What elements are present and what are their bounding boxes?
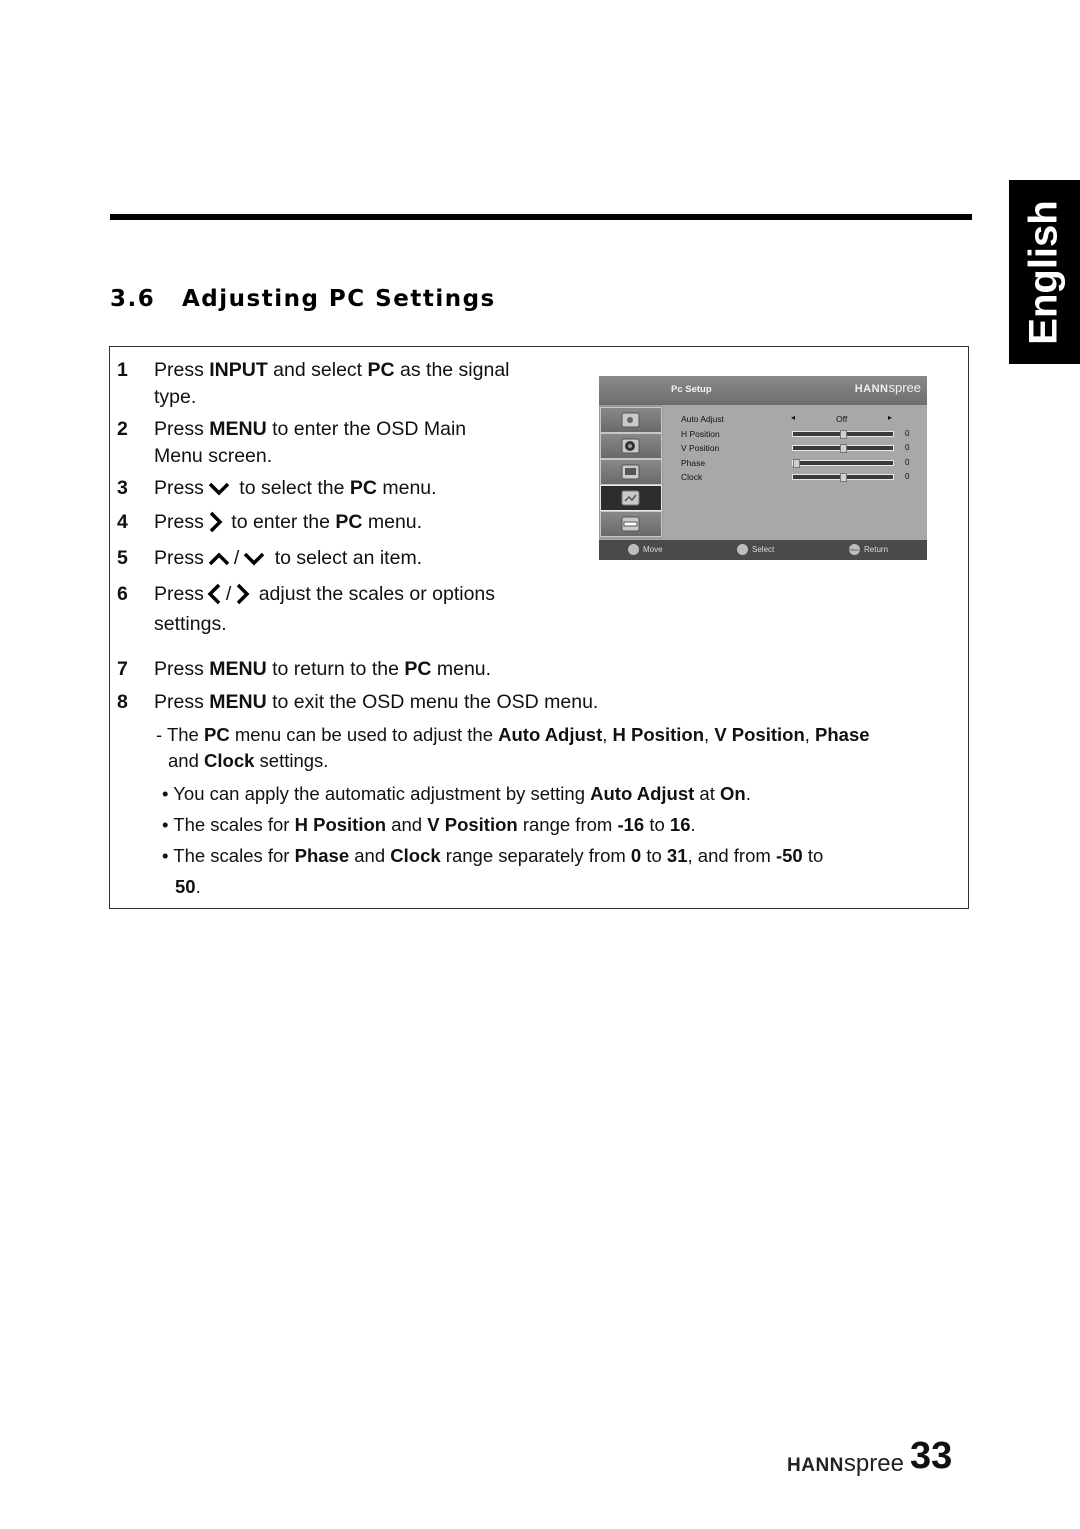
- osd-slider-knob: [840, 473, 847, 482]
- language-tab: English: [1009, 180, 1080, 364]
- language-tab-label: English: [1022, 199, 1067, 345]
- tv-icon: [600, 459, 662, 485]
- osd-header: Pc Setup HANNspree: [599, 376, 927, 405]
- up-down-button-icon: [628, 544, 639, 555]
- step-number: 5: [117, 547, 128, 569]
- note-dash-line1: - The PC menu can be used to adjust the …: [156, 724, 870, 745]
- step-number: 8: [117, 691, 128, 713]
- osd-slider-track: [792, 444, 894, 453]
- step-number: 4: [117, 511, 128, 533]
- down-arrow-icon: [208, 482, 230, 496]
- osd-slider-label: V Position: [681, 443, 720, 453]
- osd-left-arrow-icon: ◂: [791, 413, 796, 422]
- osd-slider-value: 0: [905, 429, 910, 438]
- section-number: 3.6: [110, 286, 156, 312]
- osd-auto-adjust-value: Off: [836, 414, 848, 424]
- left-right-button-icon: [737, 544, 748, 555]
- down-arrow-icon: [244, 552, 265, 566]
- note-bullet-3-cont: 50.: [175, 876, 201, 897]
- page-number: 33: [910, 1435, 953, 1477]
- picture-icon: [600, 407, 662, 433]
- note-bullet-2: • The scales for H Position and V Positi…: [162, 814, 696, 835]
- step-text-cont: Menu screen.: [154, 445, 273, 467]
- osd-slider-track: [792, 459, 894, 468]
- step-text: Press INPUT and select PC as the signal: [154, 359, 510, 381]
- note-bullet-3: • The scales for Phase and Clock range s…: [162, 845, 824, 866]
- osd-right-arrow-icon: ▸: [888, 413, 893, 422]
- step-text: Press MENU to return to the PC menu.: [154, 658, 492, 680]
- osd-footer-return: Menu Return: [849, 544, 889, 555]
- note-dash-line2: and Clock settings.: [168, 750, 329, 771]
- note-bullet-1: • You can apply the automatic adjustment…: [162, 783, 751, 804]
- osd-sidebar: [599, 405, 663, 539]
- left-arrow-icon: [207, 583, 221, 605]
- osd-slider-value: 0: [905, 458, 910, 467]
- step-number: 2: [117, 418, 128, 440]
- pc-icon: [600, 485, 662, 511]
- osd-slider-value: 0: [905, 472, 910, 481]
- up-arrow-icon: [208, 552, 230, 566]
- top-rule: [110, 214, 972, 220]
- step-number: 3: [117, 477, 128, 499]
- footer-brand-logo: HANNspree: [787, 1450, 904, 1477]
- step-text: Press MENU to exit the OSD menu the OSD …: [154, 691, 599, 713]
- osd-brand-logo: HANNspree: [854, 380, 921, 395]
- step-number: 7: [117, 658, 128, 680]
- setup-icon: [600, 511, 662, 537]
- right-arrow-icon: [209, 511, 223, 533]
- osd-slider-track: [792, 430, 894, 439]
- osd-footer-select: Select: [737, 544, 774, 555]
- step-text-cont: type.: [154, 386, 197, 408]
- osd-slider-knob: [840, 444, 847, 453]
- osd-slider-knob: [840, 430, 847, 439]
- audio-icon: [600, 433, 662, 459]
- step-number: 1: [117, 359, 128, 381]
- step-text: Press MENU to enter the OSD Main: [154, 418, 467, 440]
- osd-slider-knob: [793, 459, 800, 468]
- right-arrow-icon: [237, 583, 250, 605]
- menu-button-icon: Menu: [849, 544, 860, 555]
- step-text: Press / adjust the scales or options: [154, 583, 496, 605]
- osd-footer: Move Select Menu Return: [599, 540, 927, 560]
- step-text: Press to select the PC menu.: [154, 477, 437, 499]
- step-number: 6: [117, 583, 128, 605]
- osd-footer-move: Move: [628, 544, 663, 555]
- step-text: Press to enter the PC menu.: [154, 511, 423, 533]
- step-text: Press / to select an item.: [154, 547, 423, 569]
- osd-slider-value: 0: [905, 443, 910, 452]
- section-title: 3.6 Adjusting PC Settings: [110, 286, 496, 312]
- osd-title: Pc Setup: [671, 384, 712, 395]
- osd-auto-adjust-label: Auto Adjust: [681, 414, 725, 424]
- osd-pc-setup-screenshot: Pc Setup HANNspree Auto Adjust ◂ Off ▸ H…: [599, 376, 927, 560]
- step-text-cont: settings.: [154, 613, 227, 635]
- osd-slider-label: Clock: [681, 472, 703, 482]
- osd-slider-track: [792, 473, 894, 482]
- osd-slider-label: Phase: [681, 458, 706, 468]
- osd-slider-label: H Position: [681, 429, 720, 439]
- section-heading: Adjusting PC Settings: [182, 286, 496, 312]
